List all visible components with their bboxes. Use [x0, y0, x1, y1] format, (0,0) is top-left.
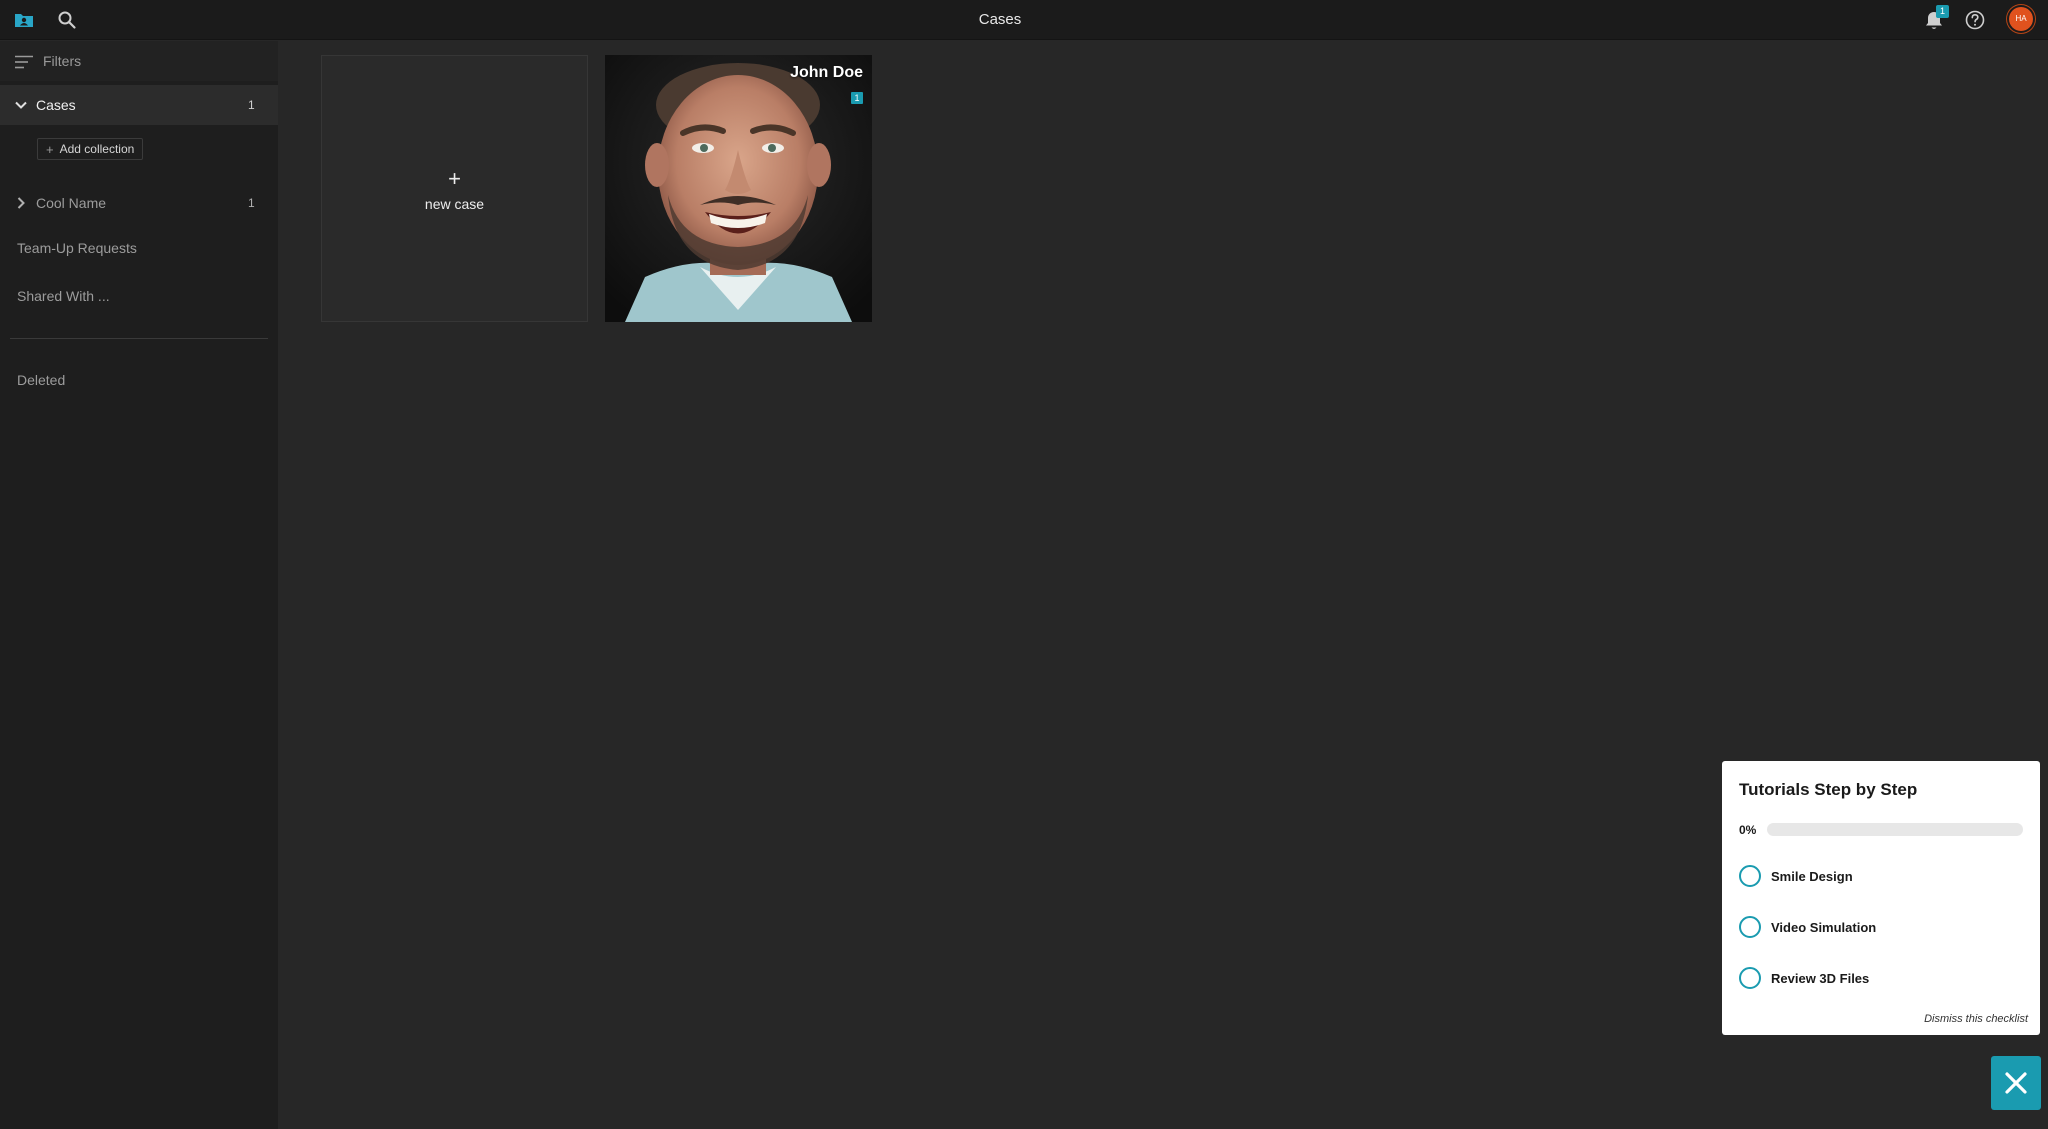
add-collection-button[interactable]: + Add collection	[37, 138, 144, 160]
tutorial-item-label: Video Simulation	[1771, 920, 1877, 935]
sidebar: Filters Cases 1 + Add collection Cool Na…	[0, 41, 278, 1129]
plus-icon: +	[448, 166, 461, 191]
tutorial-item-label: Review 3D Files	[1771, 971, 1870, 986]
help-circle-icon[interactable]	[1964, 9, 1986, 31]
sidebar-item-cool-name[interactable]: Cool Name 1	[0, 188, 278, 218]
case-photo	[605, 55, 872, 322]
case-card[interactable]: John Doe 1	[605, 55, 872, 322]
unchecked-circle-icon[interactable]	[1739, 967, 1761, 989]
sidebar-item-deleted[interactable]: Deleted	[17, 372, 65, 388]
chevron-down-icon[interactable]	[14, 98, 28, 112]
case-name: John Doe	[790, 64, 863, 81]
dismiss-checklist-link[interactable]: Dismiss this checklist	[1924, 1013, 2028, 1025]
top-bar: Cases 1 HA	[0, 0, 2048, 40]
avatar[interactable]: HA	[2009, 7, 2033, 31]
page-title: Cases	[978, 11, 1022, 28]
new-case-label: new case	[424, 196, 485, 212]
notification-badge: 1	[1936, 5, 1949, 18]
close-icon	[2005, 1072, 2027, 1094]
tutorial-checklist: Tutorials Step by Step 0% Smile Design V…	[1722, 761, 2040, 1035]
unchecked-circle-icon[interactable]	[1739, 865, 1761, 887]
close-tutorial-button[interactable]	[1991, 1056, 2041, 1110]
tutorial-title: Tutorials Step by Step	[1739, 780, 1918, 799]
tutorial-progress-label: 0%	[1739, 823, 1757, 837]
case-badge: 1	[851, 92, 863, 104]
sidebar-item-count: 1	[248, 98, 255, 112]
chevron-right-icon[interactable]	[14, 196, 28, 210]
filters-label: Filters	[43, 53, 82, 69]
tutorial-progress-bar	[1767, 823, 2023, 836]
sidebar-divider	[10, 338, 268, 339]
sidebar-item-team-up-requests[interactable]: Team-Up Requests	[17, 240, 137, 256]
sidebar-item-label: Cool Name	[36, 195, 107, 211]
sidebar-item-label: Cases	[36, 97, 76, 113]
tutorial-item-label: Smile Design	[1771, 869, 1853, 884]
sidebar-item-cases[interactable]: Cases 1	[0, 85, 278, 125]
sidebar-item-shared-with[interactable]: Shared With ...	[17, 288, 110, 304]
unchecked-circle-icon[interactable]	[1739, 916, 1761, 938]
sidebar-item-count: 1	[248, 196, 255, 210]
plus-icon: +	[46, 141, 54, 157]
add-collection-label: Add collection	[59, 142, 135, 156]
new-case-card[interactable]: + new case	[321, 55, 588, 322]
filters-toggle[interactable]: Filters	[0, 41, 278, 81]
filter-lines-icon	[15, 55, 33, 69]
